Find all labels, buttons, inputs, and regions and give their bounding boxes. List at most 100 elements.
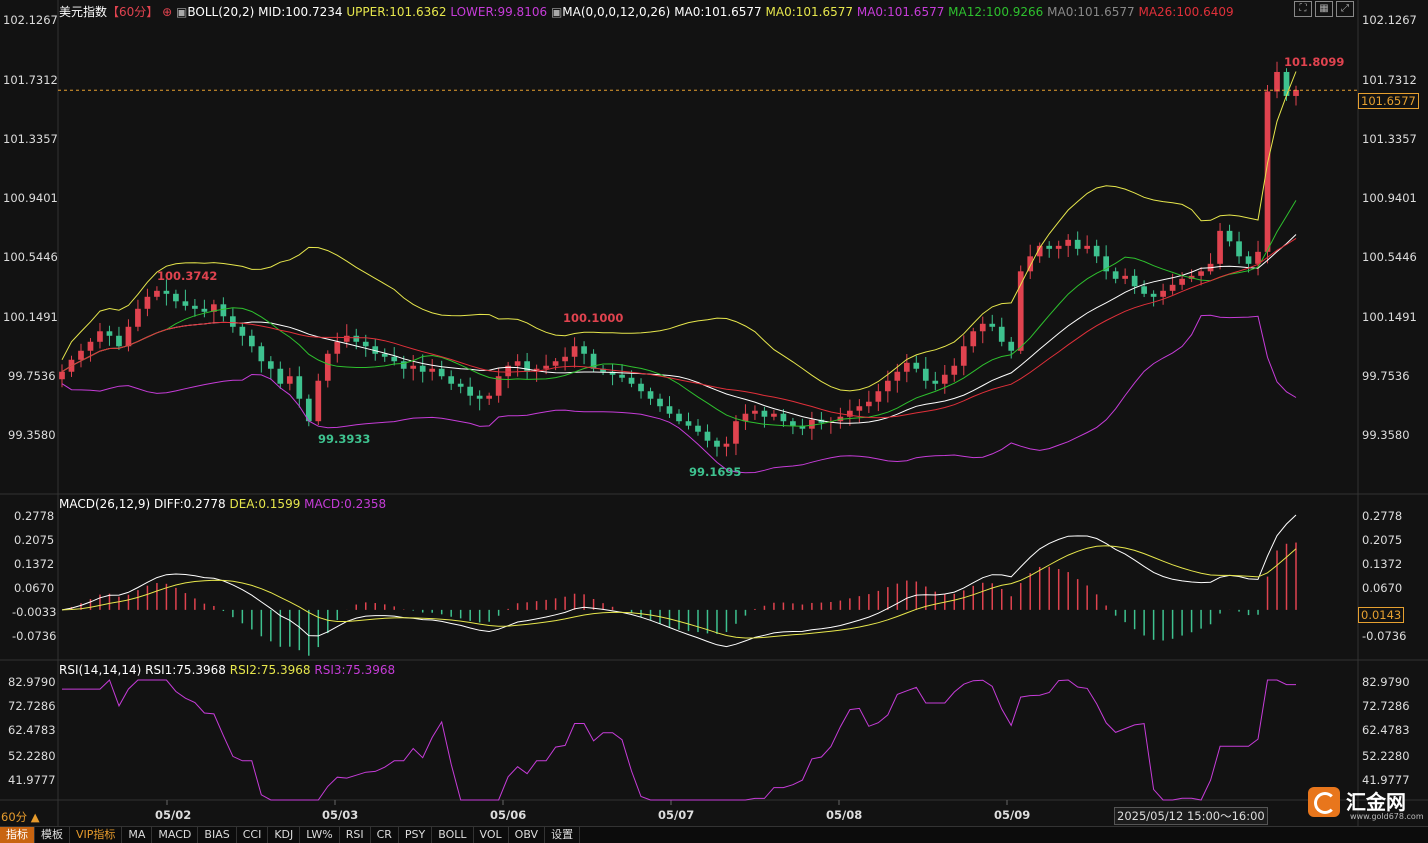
tab-macd[interactable]: MACD: [152, 827, 199, 843]
candle-body: [135, 308, 141, 327]
tab-indicators[interactable]: 指标: [0, 827, 35, 843]
tab-templates[interactable]: 模板: [35, 827, 70, 843]
candle-body: [429, 368, 436, 372]
tab-rsi[interactable]: RSI: [340, 827, 371, 843]
ma12-line: [61, 200, 1297, 427]
indicator-toolbar: 指标 模板 VIP指标 MA MACD BIAS CCI KDJ LW% RSI CR PSY BOLL…: [0, 826, 1428, 843]
macd-tick-right: -0.0736: [1362, 629, 1407, 643]
rsi-tick-right: 62.4783: [1362, 723, 1410, 737]
y-tick-right: 100.9401: [1362, 191, 1417, 205]
rsi-tick-right: 82.9790: [1362, 675, 1410, 689]
date-label: 05/03: [322, 808, 359, 822]
macd-badge: 0.0143: [1358, 607, 1405, 623]
macd-tick-right: 0.1372: [1362, 557, 1403, 571]
y-tick-right: 102.1267: [1362, 13, 1417, 27]
candle-body: [1264, 91, 1271, 252]
date-label: 05/08: [826, 808, 863, 822]
candle-body: [951, 365, 958, 375]
candle-body: [192, 305, 198, 309]
candle-body: [903, 362, 910, 372]
candle-body: [173, 293, 179, 302]
macd-tick-right: 0.0670: [1362, 581, 1403, 595]
candle-body: [267, 361, 274, 369]
candle-body: [353, 335, 360, 342]
last-price-badge: 101.6577: [1358, 93, 1419, 109]
candle-body: [695, 425, 701, 432]
candle-body: [685, 421, 692, 426]
candle-body: [714, 440, 720, 447]
rsi2-value: RSI2:75.3968: [229, 663, 311, 677]
y-tick-left: 101.7312: [3, 73, 58, 87]
tab-boll[interactable]: BOLL: [432, 827, 474, 843]
period-selector[interactable]: 60分 ▲: [1, 809, 40, 825]
date-label: 05/02: [155, 808, 192, 822]
candle-body: [1074, 239, 1081, 249]
candle-body: [761, 410, 768, 417]
candle-body: [1274, 71, 1280, 92]
date-label: 05/09: [994, 808, 1031, 822]
candle-body: [913, 362, 920, 369]
logo-icon: [1308, 787, 1340, 817]
macd-tick-right: 0.2778: [1362, 509, 1403, 523]
y-tick-right: 100.5446: [1362, 250, 1417, 264]
tab-settings[interactable]: 设置: [545, 827, 581, 843]
tab-cci[interactable]: CCI: [237, 827, 269, 843]
tab-psy[interactable]: PSY: [399, 827, 433, 843]
macd-header: MACD(26,12,9) DIFF:0.2778 DEA:0.1599 MAC…: [59, 497, 386, 511]
candle-body: [1150, 293, 1157, 297]
candle-body: [1245, 256, 1252, 264]
candle-body: [1293, 89, 1299, 96]
candle-body: [258, 346, 265, 362]
candle-body: [562, 356, 568, 362]
y-tick-left: 100.5446: [3, 250, 58, 264]
candle-body: [1226, 230, 1233, 242]
candle-body: [457, 383, 464, 387]
candle-body: [884, 380, 891, 392]
candle-body: [1122, 275, 1128, 279]
candle-body: [941, 374, 948, 384]
candle-body: [552, 361, 559, 366]
rsi-tick-left: 72.7286: [8, 699, 56, 713]
candle-body: [1017, 271, 1024, 351]
candle-body: [628, 377, 635, 384]
tab-vip[interactable]: VIP指标: [70, 827, 123, 843]
candle-body: [59, 371, 65, 380]
rsi-tick-right: 52.2280: [1362, 749, 1410, 763]
candle-body: [1179, 278, 1185, 285]
candle-body: [154, 290, 160, 297]
candle-body: [220, 304, 227, 317]
candle-body: [1093, 245, 1100, 257]
candle-body: [419, 365, 426, 372]
macd-tick-left: -0.0033: [12, 605, 57, 619]
candle-body: [201, 308, 208, 312]
candle-body: [922, 368, 929, 381]
y-tick-right: 101.3357: [1362, 132, 1417, 146]
annotation-min1: 99.3933: [318, 432, 371, 446]
y-tick-left: 99.7536: [8, 369, 56, 383]
candle-body: [125, 326, 132, 347]
rsi-tick-right: 41.9777: [1362, 773, 1410, 787]
tab-cr[interactable]: CR: [371, 827, 399, 843]
candle-body: [324, 353, 331, 381]
tab-lw[interactable]: LW%: [300, 827, 340, 843]
macd-tick-left: 0.2075: [14, 533, 55, 547]
date-label: 05/06: [490, 808, 527, 822]
candle-body: [1131, 275, 1138, 287]
price-chart[interactable]: [0, 0, 1428, 826]
annotation-high1: 100.3742: [157, 269, 218, 283]
tab-ma[interactable]: MA: [122, 827, 153, 843]
candle-body: [771, 413, 777, 417]
candle-body: [1169, 284, 1176, 291]
tab-obv[interactable]: OBV: [509, 827, 546, 843]
tab-vol[interactable]: VOL: [474, 827, 509, 843]
tab-kdj[interactable]: KDJ: [268, 827, 301, 843]
tab-bias[interactable]: BIAS: [198, 827, 237, 843]
candle-body: [1008, 341, 1015, 351]
candle-body: [296, 376, 303, 399]
ma26-line: [61, 237, 1297, 419]
candle-body: [733, 421, 739, 444]
boll-lower-line: [61, 314, 1297, 474]
candle-body: [248, 335, 255, 347]
candle-body: [78, 350, 84, 360]
candle-body: [704, 431, 711, 441]
